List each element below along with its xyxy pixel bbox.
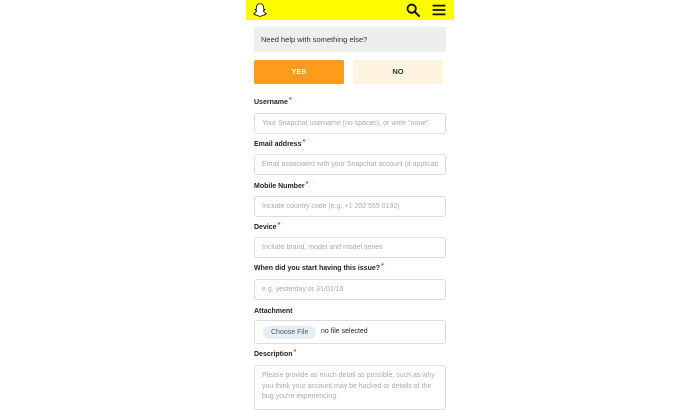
username-input[interactable] <box>254 113 446 134</box>
no-button[interactable]: NO <box>353 60 443 84</box>
device-label: Device* <box>254 222 281 231</box>
description-label-text: Description <box>254 351 293 358</box>
top-header-bar <box>246 0 454 20</box>
required-marker: * <box>288 97 292 104</box>
username-label: Username* <box>254 97 292 106</box>
attachment-field: Choose File no file selected <box>254 320 446 344</box>
issue-start-label: When did you start having this issue?* <box>254 263 384 272</box>
email-input[interactable] <box>254 154 446 175</box>
help-question-banner: Need help with something else? <box>254 27 446 52</box>
required-marker: * <box>305 181 309 188</box>
choose-file-button[interactable]: Choose File <box>263 326 317 339</box>
attachment-label: Attachment <box>254 308 293 315</box>
email-label: Email address* <box>254 139 306 148</box>
mobile-number-label-text: Mobile Number <box>254 183 305 190</box>
required-marker: * <box>293 349 297 356</box>
search-icon[interactable] <box>405 2 421 18</box>
snapchat-ghost-icon[interactable] <box>252 2 268 18</box>
device-label-text: Device <box>254 224 277 231</box>
description-textarea[interactable] <box>254 365 446 410</box>
mobile-number-input[interactable] <box>254 196 446 217</box>
required-marker: * <box>277 222 281 229</box>
required-marker: * <box>302 139 306 146</box>
issue-start-label-text: When did you start having this issue? <box>254 265 381 272</box>
description-label: Description* <box>254 349 297 358</box>
email-label-text: Email address <box>254 141 302 148</box>
mobile-page: Need help with something else? YES NO Us… <box>246 0 454 410</box>
username-label-text: Username <box>254 99 288 106</box>
file-status-text: no file selected <box>321 328 368 335</box>
required-marker: * <box>381 263 384 270</box>
hamburger-menu-icon[interactable] <box>432 3 446 17</box>
mobile-number-label: Mobile Number* <box>254 181 309 190</box>
device-input[interactable] <box>254 237 446 258</box>
issue-start-input[interactable] <box>254 279 446 300</box>
yes-button[interactable]: YES <box>254 60 344 84</box>
